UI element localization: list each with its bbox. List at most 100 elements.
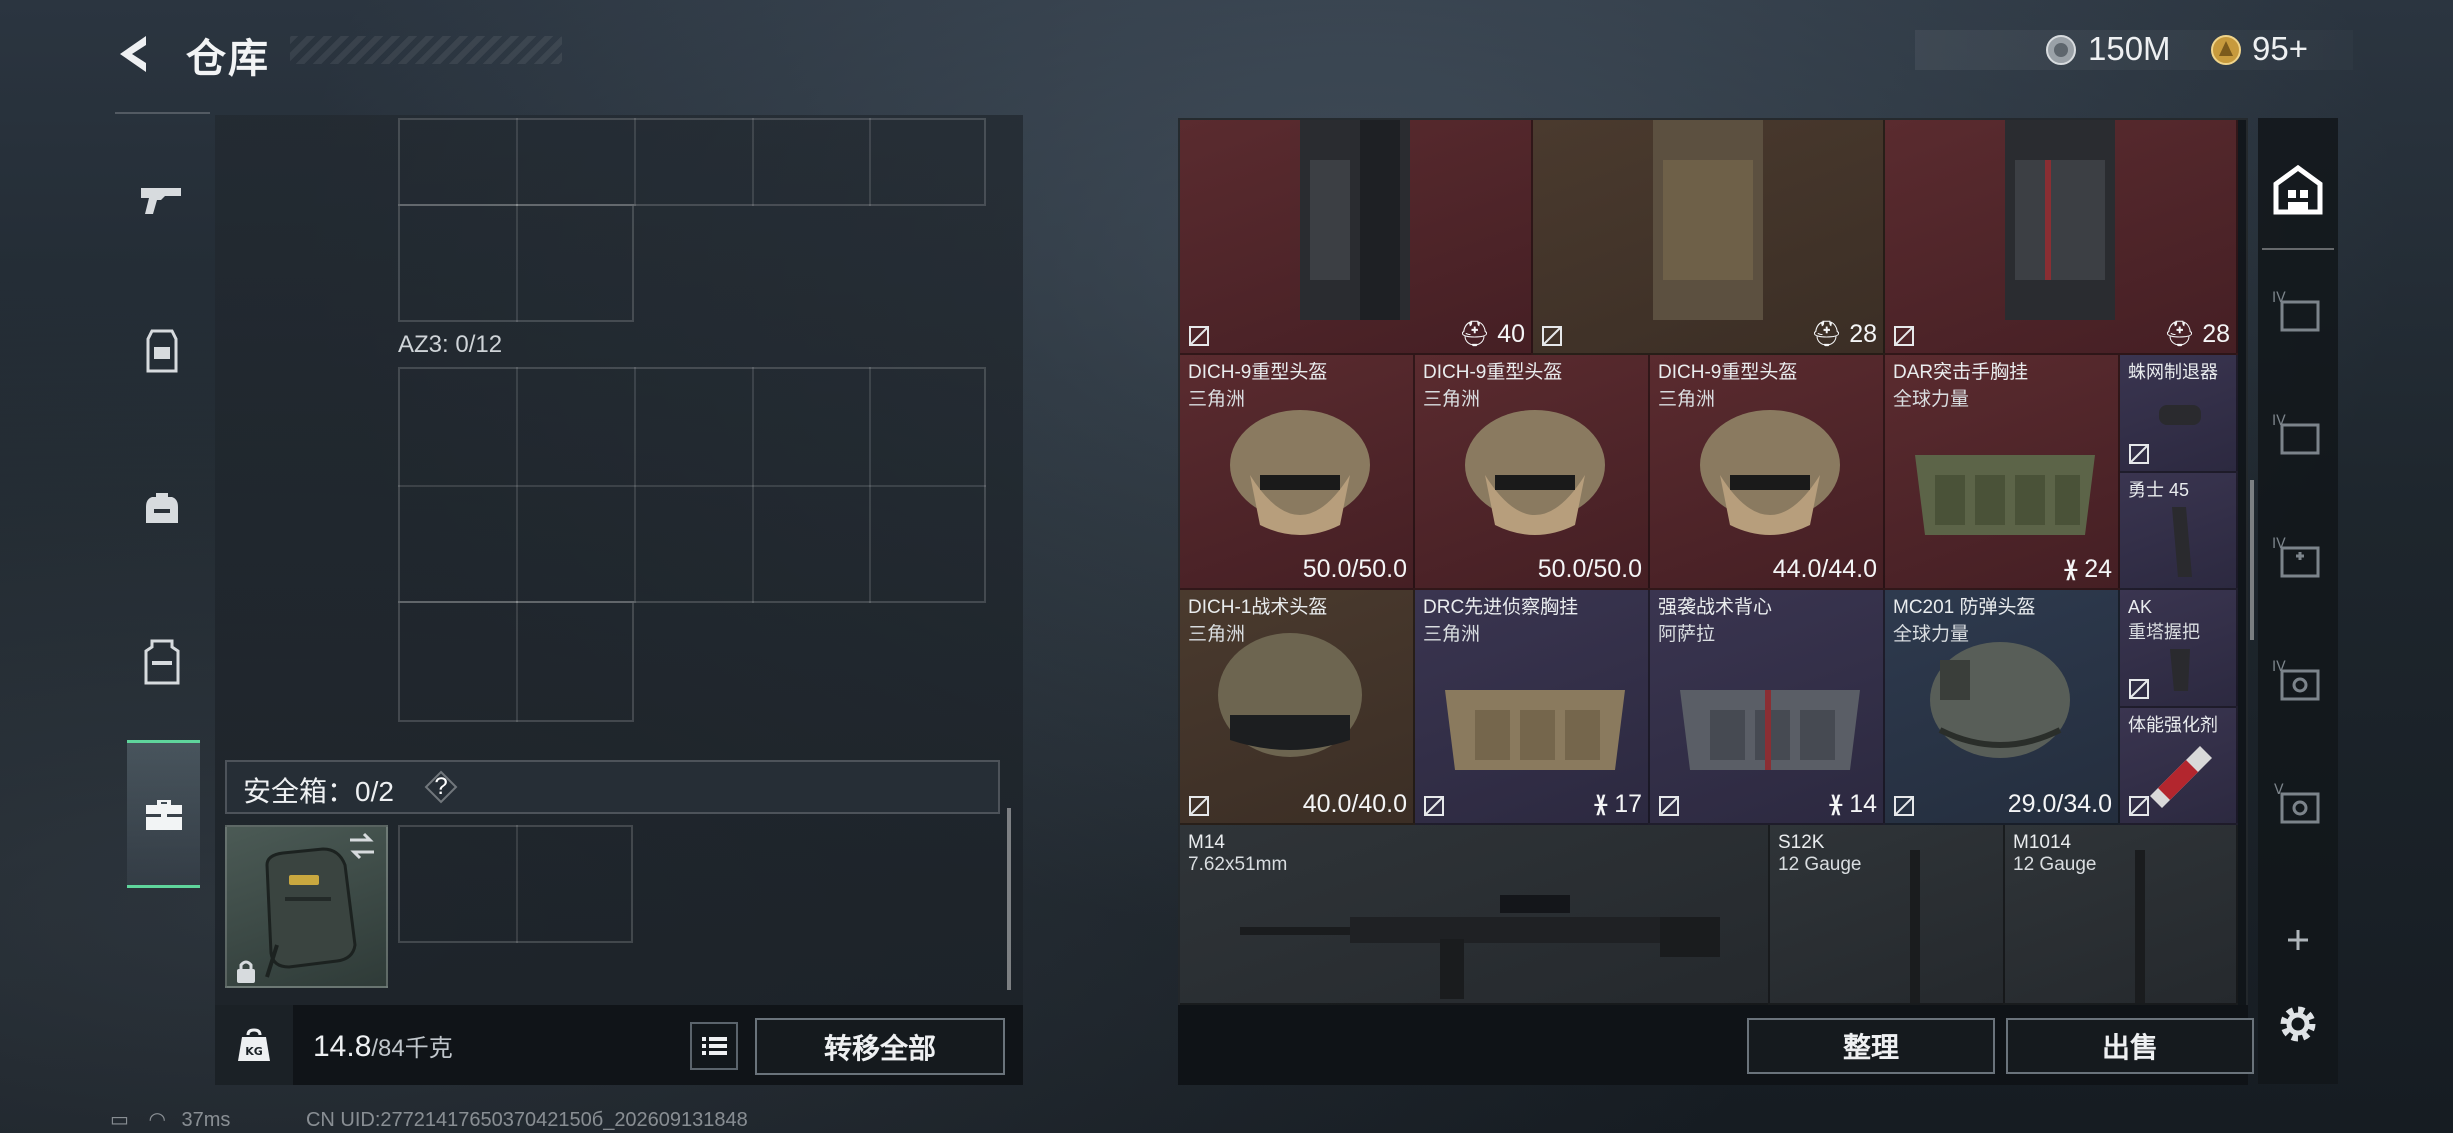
left-scrollbar[interactable]: [1007, 808, 1011, 990]
tab-weapon[interactable]: [122, 160, 202, 240]
sort-button[interactable]: 整理: [1747, 1018, 1995, 1074]
storage-tab-v[interactable]: V: [2262, 754, 2334, 854]
vest-small-icon: ᚕ: [1594, 790, 1608, 818]
item-value: ᚕ 24: [2064, 555, 2112, 583]
list-view-button[interactable]: [690, 1022, 738, 1070]
grip-icon: [2170, 649, 2190, 691]
svg-text:KG: KG: [245, 1045, 263, 1058]
stash-item-helmet[interactable]: DICH-1战术头盔 三角洲 40.0/40.0: [1180, 590, 1415, 825]
stash-item-helmet[interactable]: DICH-9重型头盔 三角洲 50.0/50.0: [1415, 355, 1650, 590]
item-name: DICH-9重型头盔: [1188, 362, 1328, 383]
no-trade-icon: [1893, 325, 1915, 347]
no-trade-icon: [1658, 795, 1680, 817]
swap-icon[interactable]: [346, 830, 378, 867]
stash-item-m1014[interactable]: M1014 12 Gauge: [2005, 825, 2238, 1005]
stash-item-drc-rig[interactable]: DRC先进侦察胸挂 三角洲 ᚕ 17: [1415, 590, 1650, 825]
uid-readout: CN UID:2772141765037042150б_202609131848: [305, 1109, 748, 1131]
stash-item-helmet[interactable]: DICH-9重型头盔 三角洲 50.0/50.0: [1180, 355, 1415, 590]
ballistic-helmet-icon: [1930, 642, 2070, 758]
item-name: M14: [1188, 832, 1225, 853]
shotgun-icon: [1910, 850, 1920, 1003]
storage-icon: [2273, 164, 2323, 215]
help-mark: ?: [434, 773, 448, 800]
tab-armor[interactable]: [122, 312, 202, 392]
wifi-icon: ◠: [148, 1109, 166, 1131]
tab-backpack[interactable]: [122, 467, 202, 547]
briefcase-icon: [146, 800, 182, 830]
stash-item-magazine[interactable]: 勇士 45: [2120, 473, 2238, 590]
transfer-all-button[interactable]: 转移全部: [755, 1018, 1005, 1075]
backpack-icon: [146, 493, 178, 523]
chest-rig-icon: [1915, 455, 2095, 535]
list-icon: [702, 1037, 727, 1055]
weight-current: 14.8: [313, 1030, 372, 1063]
stash-item-m14[interactable]: M14 7.62x51mm: [1180, 825, 1770, 1005]
item-origin: 三角洲: [1423, 624, 1481, 645]
tier-label: IV: [2272, 290, 2286, 306]
storage-tab-iv-1[interactable]: IV: [2262, 262, 2334, 362]
no-trade-icon: [2128, 443, 2150, 465]
stash-item-grip[interactable]: AK 重塔握把: [2120, 590, 2238, 708]
magazine-icon: [2172, 507, 2192, 577]
no-trade-icon: [1893, 795, 1915, 817]
vest-small-icon: ᚕ: [1829, 790, 1843, 818]
lock-icon: [234, 958, 258, 989]
settings-button[interactable]: [2262, 974, 2334, 1074]
item-durability: 44.0/44.0: [1772, 555, 1877, 583]
tab-strip-divider: [115, 112, 210, 114]
stash-item-rig-3[interactable]: ⛑ 28: [1885, 120, 2238, 355]
item-name: DICH-9重型头盔: [1423, 362, 1563, 383]
item-origin: 阿萨拉: [1658, 624, 1716, 645]
back-button[interactable]: [112, 30, 160, 78]
back-arrow-icon: [120, 36, 146, 72]
chest-rig-icon: [1445, 690, 1625, 770]
tactical-helmet-icon: [1218, 633, 1362, 757]
stash-item-rig-2[interactable]: ⛑ 28: [1533, 120, 1885, 355]
item-durability: 40.0/40.0: [1302, 790, 1407, 818]
tool-crate-icon: V: [2274, 782, 2320, 824]
grid-line: [516, 204, 518, 322]
syringe-icon: [2150, 746, 2212, 808]
item-name: 勇士 45: [2128, 480, 2190, 500]
storage-tab-iv-3[interactable]: IV: [2262, 508, 2334, 608]
no-trade-icon: [1541, 325, 1563, 347]
stash-item-rig-1[interactable]: ⛑ 40: [1180, 120, 1533, 355]
stash-scrollbar[interactable]: [2250, 480, 2254, 640]
sell-button[interactable]: 出售: [2006, 1018, 2254, 1074]
chest-rig-icon: [146, 329, 178, 373]
storage-tab-iv-4[interactable]: IV: [2262, 631, 2334, 731]
item-name: M1014: [2013, 832, 2072, 853]
stash-item-assault-vest[interactable]: 强袭战术背心 阿萨拉 ᚕ 14: [1650, 590, 1885, 825]
stash-item-stimulant[interactable]: 体能强化剂: [2120, 708, 2238, 825]
vest-icon: [1680, 690, 1860, 770]
helmet-small-icon: ⛑: [1458, 320, 1491, 348]
item-origin: 12 Gauge: [1778, 854, 1862, 875]
tab-safebox[interactable]: [124, 774, 204, 854]
grid-line: [516, 118, 518, 206]
stash-item-helmet[interactable]: DICH-9重型头盔 三角洲 44.0/44.0: [1650, 355, 1885, 590]
item-value: ⛑ 28: [1810, 320, 1877, 348]
ping-readout: 37ms: [181, 1109, 231, 1131]
no-trade-icon: [1423, 795, 1445, 817]
item-durability: 50.0/50.0: [1302, 555, 1407, 583]
no-trade-icon: [1188, 325, 1210, 347]
item-origin: 7.62x51mm: [1188, 854, 1288, 875]
storage-tab-main[interactable]: [2262, 140, 2334, 240]
item-name: DICH-9重型头盔: [1658, 362, 1798, 383]
tab-vest[interactable]: [122, 622, 202, 702]
stash-item-s12k[interactable]: S12K 12 Gauge: [1770, 825, 2005, 1005]
stash-item-mc201-helmet[interactable]: MC201 防弹头盔 全球力量 29.0/34.0: [1885, 590, 2120, 825]
pistol-icon: [141, 188, 181, 214]
stash-item-dar-rig[interactable]: DAR突击手胸挂 全球力量 ᚕ 24: [1885, 355, 2120, 590]
no-trade-icon: [2128, 795, 2150, 817]
silver-currency-value: 150M: [2088, 30, 2171, 67]
svg-text:IV: IV: [2272, 659, 2286, 675]
grid-line: [398, 485, 986, 487]
helmet-small-icon: ⛑: [2163, 320, 2196, 348]
battery-icon: ▭: [110, 1109, 129, 1131]
weight-icon: KG: [236, 1027, 272, 1068]
storage-tab-iv-2[interactable]: IV: [2262, 385, 2334, 485]
item-name: 蛛网制退器: [2128, 362, 2218, 382]
stash-item-muzzle[interactable]: 蛛网制退器: [2120, 355, 2238, 473]
svg-text:IV: IV: [2272, 536, 2286, 552]
